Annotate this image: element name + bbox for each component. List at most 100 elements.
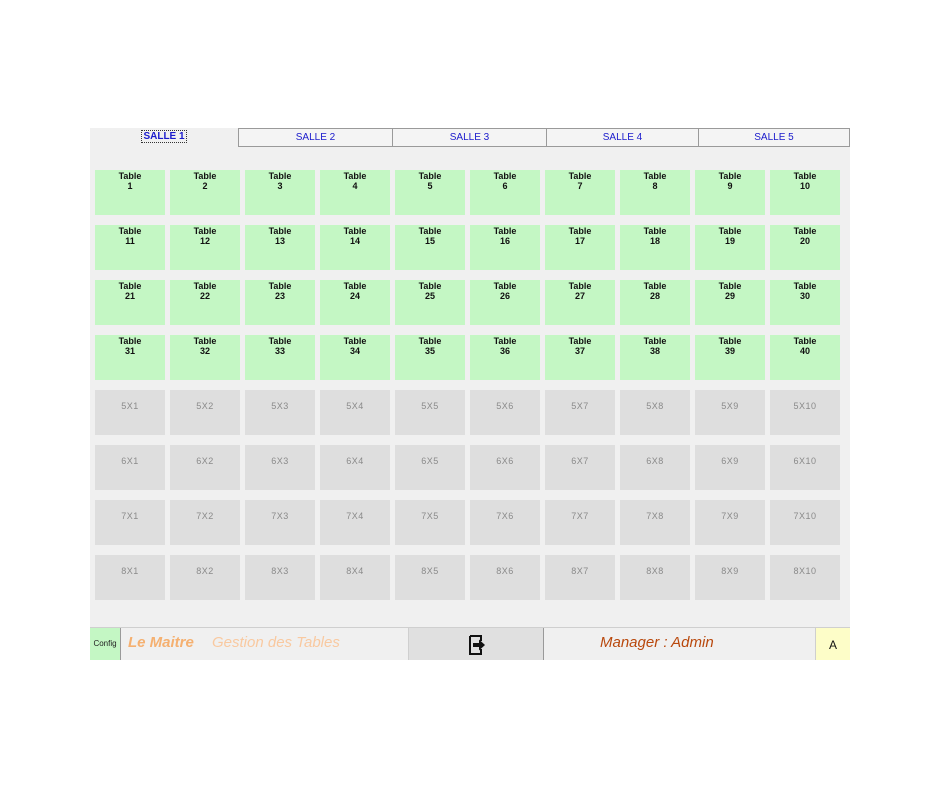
empty-slot[interactable]: 5X7 [545,390,615,435]
table-button[interactable]: Table 21 [95,280,165,325]
user-button[interactable]: A [815,628,850,660]
empty-slot[interactable]: 7X2 [170,500,240,545]
table-name: Table [418,171,442,181]
tab-salle-3[interactable]: SALLE 3 [392,128,546,147]
empty-slot[interactable]: 5X9 [695,390,765,435]
table-button[interactable]: Table 22 [170,280,240,325]
empty-slot[interactable]: 8X9 [695,555,765,600]
empty-slot[interactable]: 8X3 [245,555,315,600]
empty-slot[interactable]: 5X4 [320,390,390,435]
table-button[interactable]: Table 15 [395,225,465,270]
empty-slot[interactable]: 8X4 [320,555,390,600]
empty-slot[interactable]: 8X10 [770,555,840,600]
table-button[interactable]: Table 27 [545,280,615,325]
table-button[interactable]: Table 39 [695,335,765,380]
table-name: Table [643,226,667,236]
table-button[interactable]: Table 37 [545,335,615,380]
exit-button[interactable] [408,628,544,660]
empty-slot[interactable]: 7X8 [620,500,690,545]
table-button[interactable]: Table 10 [770,170,840,215]
table-button[interactable]: Table 31 [95,335,165,380]
table-button[interactable]: Table 18 [620,225,690,270]
empty-slot[interactable]: 7X7 [545,500,615,545]
empty-slot[interactable]: 8X2 [170,555,240,600]
empty-slot[interactable]: 6X3 [245,445,315,490]
empty-slot[interactable]: 8X7 [545,555,615,600]
table-button[interactable]: Table 19 [695,225,765,270]
table-button[interactable]: Table 8 [620,170,690,215]
empty-slot[interactable]: 5X5 [395,390,465,435]
table-button[interactable]: Table 14 [320,225,390,270]
table-button[interactable]: Table 29 [695,280,765,325]
table-button[interactable]: Table 36 [470,335,540,380]
table-button[interactable]: Table 24 [320,280,390,325]
table-button[interactable]: Table 23 [245,280,315,325]
table-button[interactable]: Table 32 [170,335,240,380]
empty-slot[interactable]: 7X10 [770,500,840,545]
empty-slot[interactable]: 6X7 [545,445,615,490]
empty-slot[interactable]: 7X4 [320,500,390,545]
table-button[interactable]: Table 5 [395,170,465,215]
table-button[interactable]: Table 33 [245,335,315,380]
table-button[interactable]: Table 13 [245,225,315,270]
table-button[interactable]: Table 4 [320,170,390,215]
empty-slot[interactable]: 6X8 [620,445,690,490]
empty-slot[interactable]: 7X5 [395,500,465,545]
slot-label: 7X2 [196,511,214,521]
table-button[interactable]: Table 1 [95,170,165,215]
table-button[interactable]: Table 7 [545,170,615,215]
empty-slot[interactable]: 8X6 [470,555,540,600]
empty-slot[interactable]: 7X1 [95,500,165,545]
table-button[interactable]: Table 30 [770,280,840,325]
empty-slot[interactable]: 6X9 [695,445,765,490]
table-button[interactable]: Table 34 [320,335,390,380]
empty-slot[interactable]: 6X10 [770,445,840,490]
table-button[interactable]: Table 2 [170,170,240,215]
empty-slot[interactable]: 6X1 [95,445,165,490]
empty-slot[interactable]: 5X8 [620,390,690,435]
tab-salle-4[interactable]: SALLE 4 [546,128,698,147]
table-button[interactable]: Table 11 [95,225,165,270]
table-button[interactable]: Table 17 [545,225,615,270]
empty-slot[interactable]: 7X6 [470,500,540,545]
tab-salle-5[interactable]: SALLE 5 [698,128,850,147]
table-button[interactable]: Table 38 [620,335,690,380]
slot-label: 5X3 [271,401,289,411]
empty-slot[interactable]: 5X6 [470,390,540,435]
table-button[interactable]: Table 26 [470,280,540,325]
table-button[interactable]: Table 16 [470,225,540,270]
table-button[interactable]: Table 12 [170,225,240,270]
table-button[interactable]: Table 35 [395,335,465,380]
table-button[interactable]: Table 25 [395,280,465,325]
config-button[interactable]: Config [90,628,121,660]
empty-slot[interactable]: 8X8 [620,555,690,600]
slot-label: 7X9 [721,511,739,521]
slot-label: 6X9 [721,456,739,466]
tab-salle-1[interactable]: SALLE 1 [90,128,238,147]
empty-slot[interactable]: 5X2 [170,390,240,435]
table-name: Table [568,281,592,291]
empty-slot[interactable]: 5X3 [245,390,315,435]
table-name: Table [718,226,742,236]
empty-slot[interactable]: 5X10 [770,390,840,435]
empty-slot[interactable]: 6X2 [170,445,240,490]
tab-salle-2[interactable]: SALLE 2 [238,128,392,147]
table-button[interactable]: Table 40 [770,335,840,380]
empty-slot[interactable]: 6X4 [320,445,390,490]
empty-slot[interactable]: 5X1 [95,390,165,435]
empty-slot[interactable]: 6X6 [470,445,540,490]
empty-slot[interactable]: 7X3 [245,500,315,545]
table-button[interactable]: Table 20 [770,225,840,270]
empty-slot[interactable]: 7X9 [695,500,765,545]
table-button[interactable]: Table 6 [470,170,540,215]
slot-label: 5X2 [196,401,214,411]
empty-slot[interactable]: 6X5 [395,445,465,490]
tab-label: SALLE 3 [449,132,490,143]
table-name: Table [343,226,367,236]
table-name: Table [568,226,592,236]
empty-slot[interactable]: 8X1 [95,555,165,600]
table-button[interactable]: Table 28 [620,280,690,325]
table-button[interactable]: Table 3 [245,170,315,215]
empty-slot[interactable]: 8X5 [395,555,465,600]
table-button[interactable]: Table 9 [695,170,765,215]
